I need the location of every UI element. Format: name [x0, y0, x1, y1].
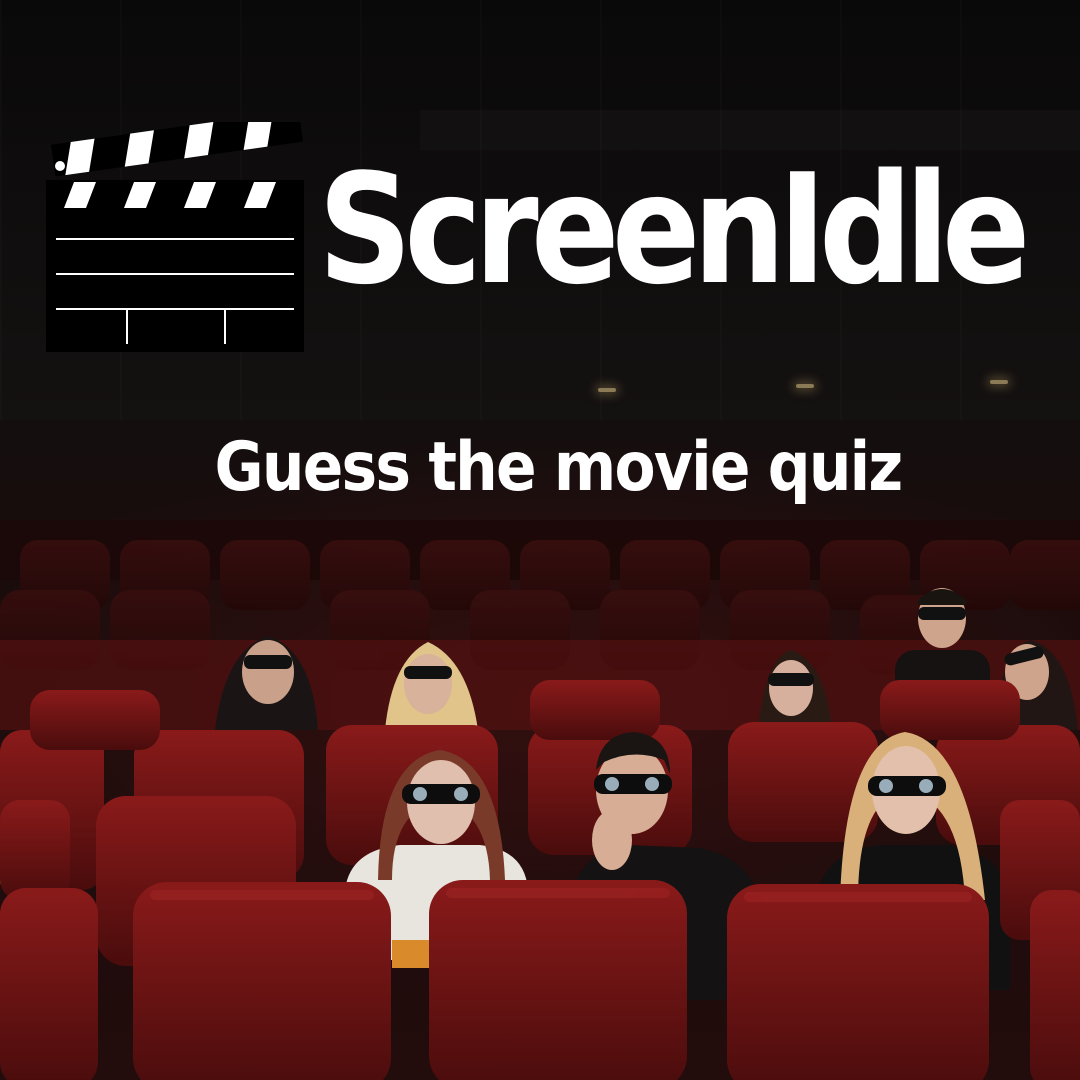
brand-title: ScreenIdle [318, 141, 1031, 318]
quiz-poster: ScreenIdle Guess the movie quiz [0, 0, 1080, 1080]
tagline: Guess the movie quiz [214, 428, 904, 507]
clapperboard-icon [46, 122, 304, 352]
